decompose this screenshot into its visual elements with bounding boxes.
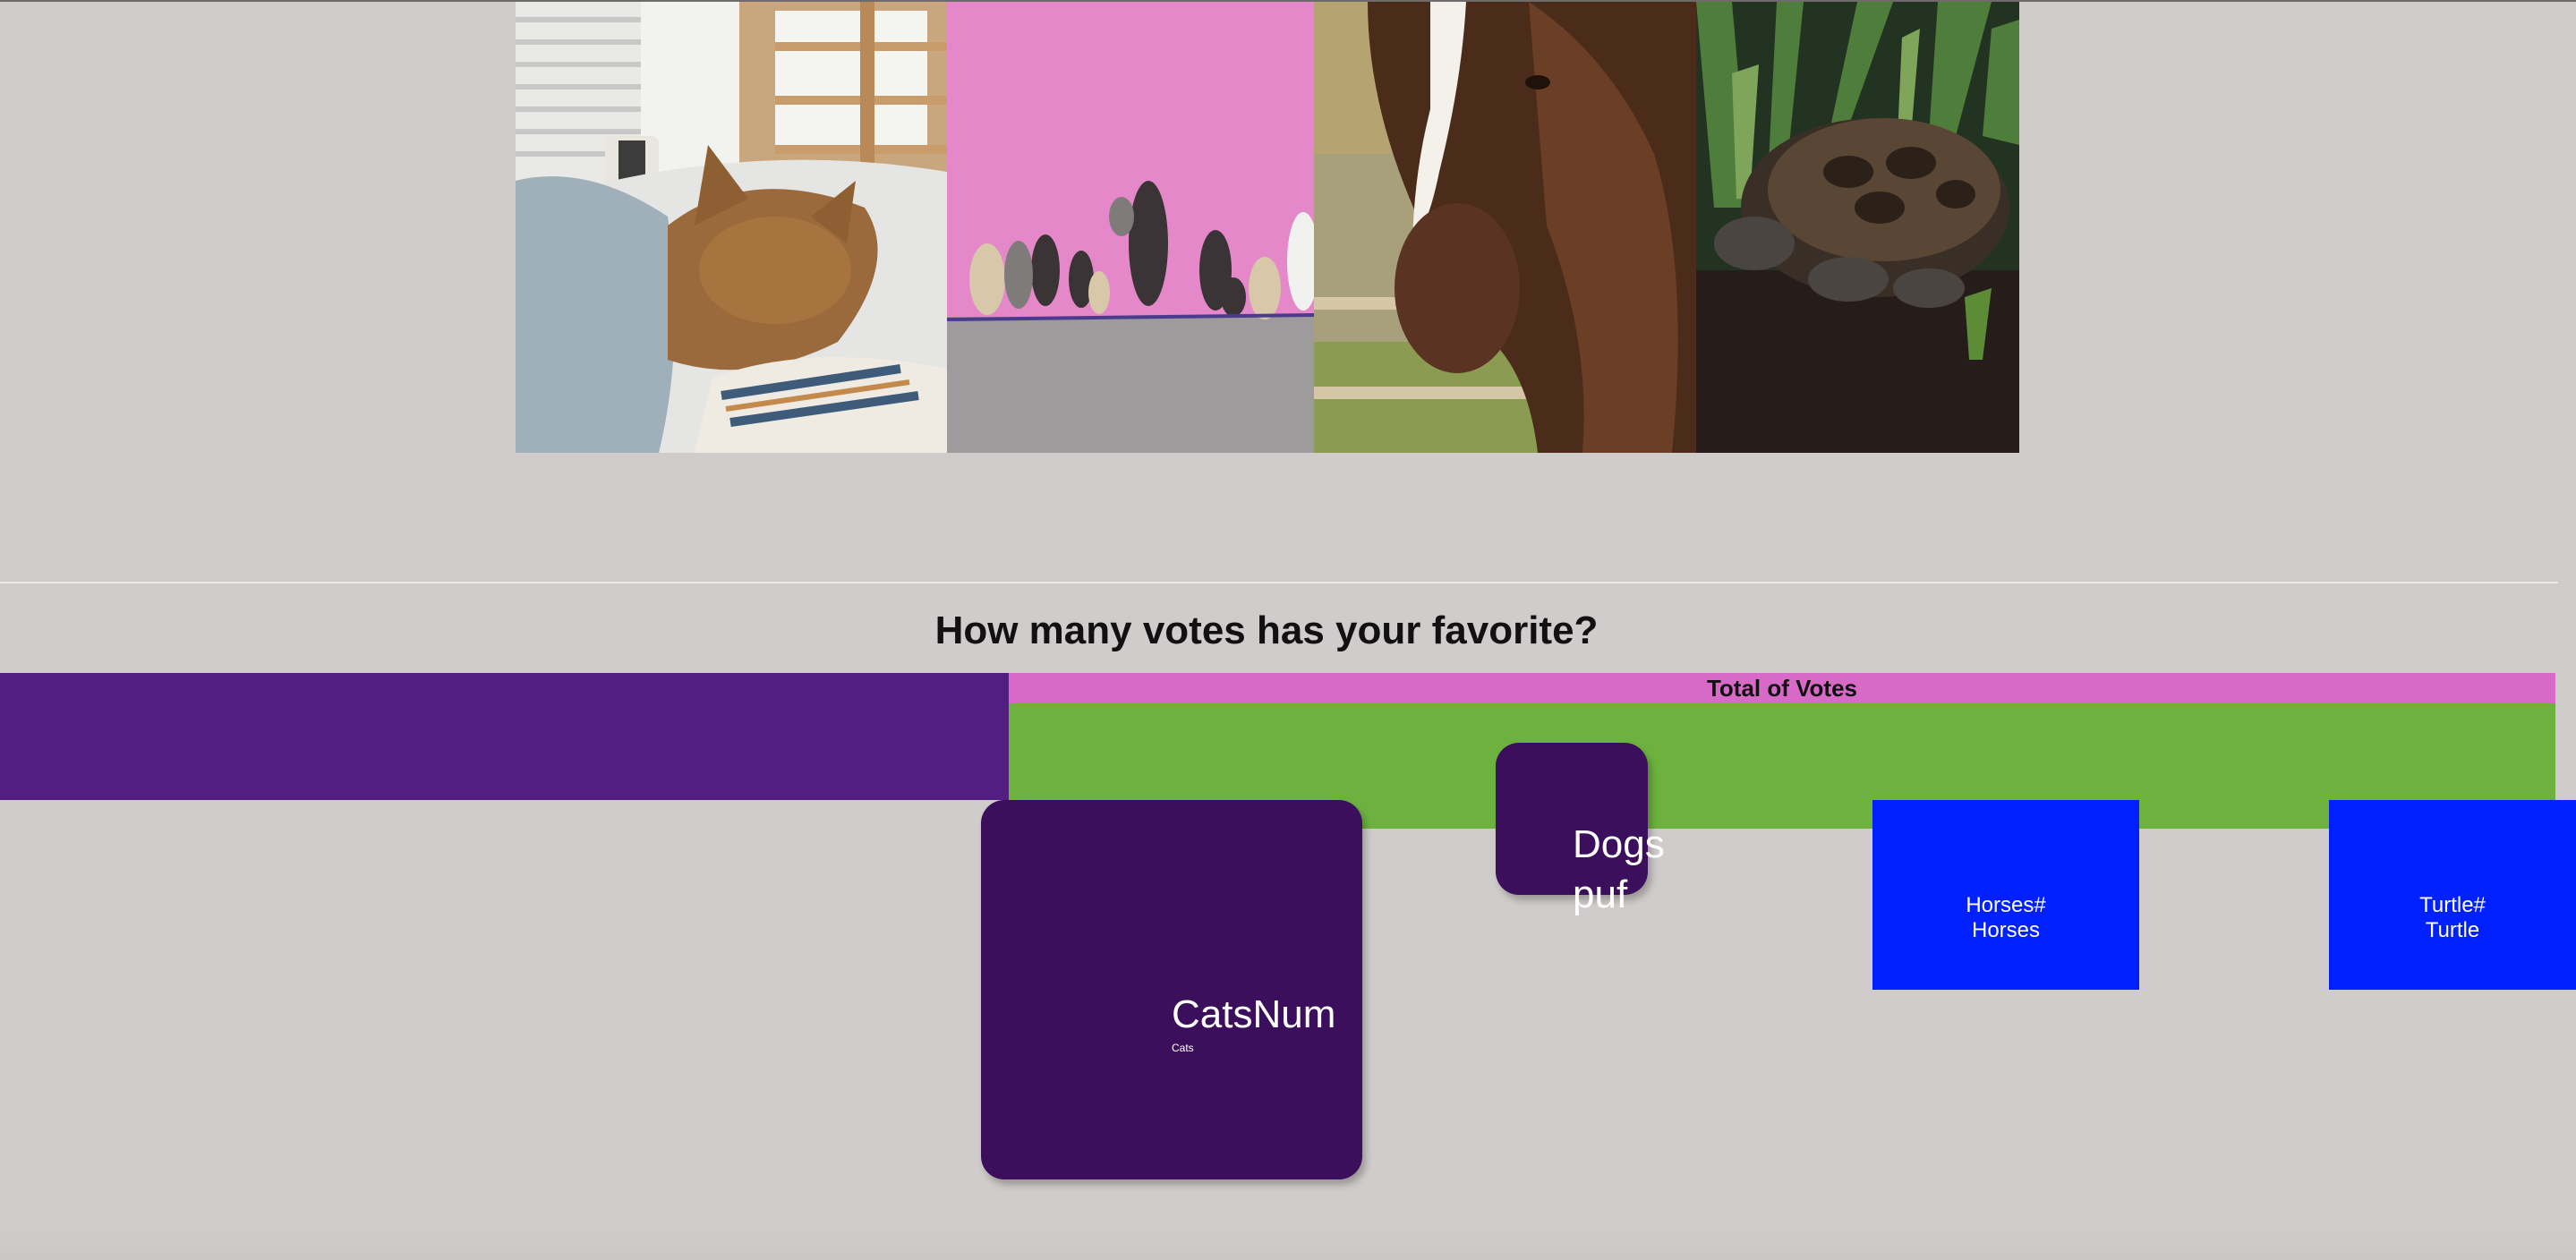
dogs-vote-text: Dogs puf <box>1573 820 1665 920</box>
horse-photo <box>1314 2 1696 453</box>
page: How many votes has your favorite? Total … <box>0 0 2576 1260</box>
dogs-vote-label: Dogs <box>1573 822 1665 866</box>
turtle-vote-text: Turtle# Turtle <box>2329 893 2576 943</box>
cats-vote-card[interactable]: CatsNum Cats <box>981 800 1362 1179</box>
cats-vote-label: Cats <box>1172 1042 1194 1054</box>
votes-heading: How many votes has your favorite? <box>934 609 1599 652</box>
turtle-vote-label: Turtle <box>2425 918 2480 942</box>
turtle-photo <box>1696 2 2019 453</box>
cats-vote-count: CatsNum <box>1172 992 1336 1036</box>
animal-gallery <box>516 2 2019 453</box>
cat-photo <box>516 2 947 453</box>
purple-banner <box>0 673 1009 800</box>
bottom-shade <box>0 1221 2576 1260</box>
section-divider <box>0 582 2558 583</box>
turtle-vote-count: Turtle# <box>2419 893 2486 917</box>
dogs-vote-count: puf <box>1573 873 1628 916</box>
turtle-vote-card[interactable]: Turtle# Turtle <box>2329 800 2576 990</box>
horses-vote-text: Horses# Horses <box>1872 893 2139 943</box>
dogs-vote-card[interactable]: Dogs puf <box>1496 743 1665 916</box>
dogs-photo <box>947 2 1314 453</box>
horses-vote-card[interactable]: Horses# Horses <box>1872 800 2139 990</box>
total-votes-header: Total of Votes <box>1009 673 2555 703</box>
horses-vote-count: Horses# <box>1966 893 2046 917</box>
horses-vote-label: Horses <box>1971 918 2041 942</box>
